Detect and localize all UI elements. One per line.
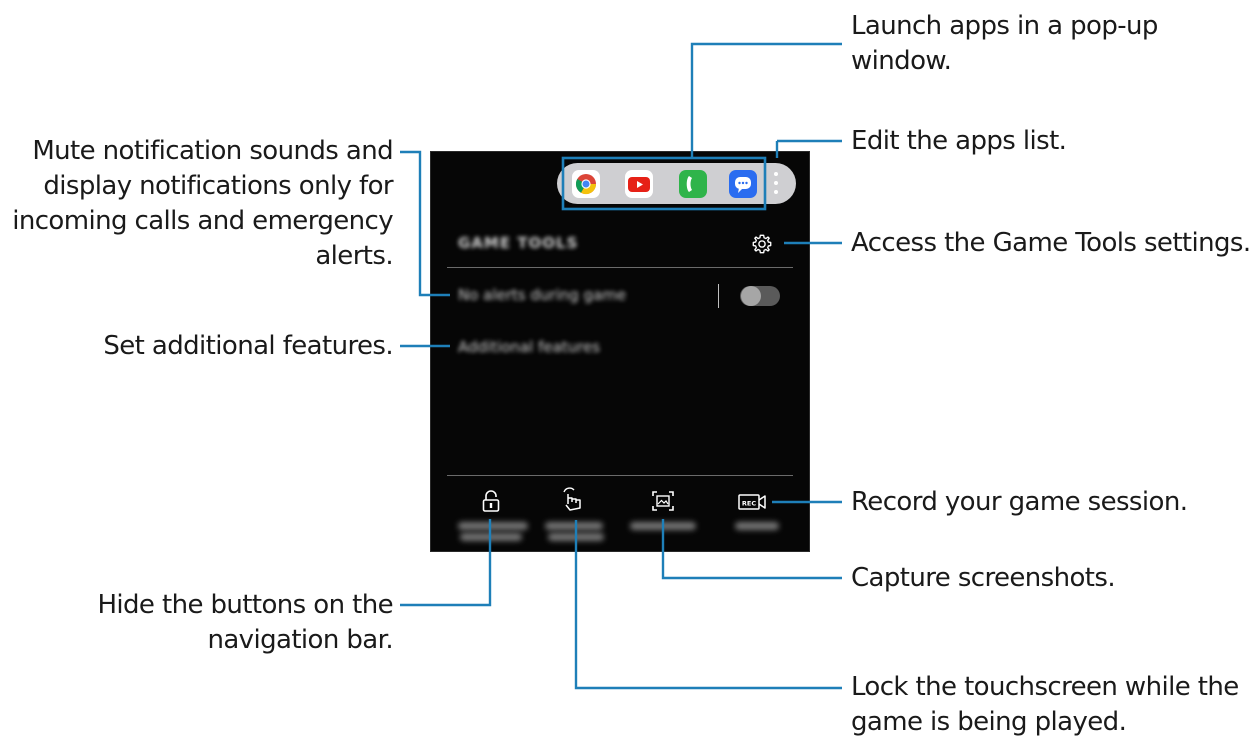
callout-lock-touch-line-2: game is being played. xyxy=(851,707,1127,737)
tool-label-record xyxy=(735,522,779,530)
callout-popup-apps: Launch apps in a pop-up window. xyxy=(851,9,1158,79)
additional-features-label[interactable]: Additional features xyxy=(458,338,600,356)
more-options-icon[interactable] xyxy=(770,172,782,196)
tool-label-touch-2 xyxy=(548,533,604,541)
callout-additional-line-1: Set additional features. xyxy=(103,331,393,361)
tool-label-screenshot xyxy=(630,522,696,530)
tool-label-touch xyxy=(545,522,603,530)
callout-edit-apps: Edit the apps list. xyxy=(851,124,1067,159)
tool-label-navigation xyxy=(458,522,528,530)
no-alerts-toggle-knob xyxy=(741,286,761,306)
callout-mute-line-1: Mute notification sounds and xyxy=(32,136,393,166)
callout-record: Record your game session. xyxy=(851,485,1188,520)
touch-lock-icon[interactable] xyxy=(560,486,588,514)
callout-settings-line-1: Access the Game Tools settings. xyxy=(851,228,1249,258)
callout-mute-line-2: display notifications only for xyxy=(43,171,393,201)
panel-divider-top xyxy=(447,267,793,268)
settings-gear-icon[interactable] xyxy=(751,233,773,255)
callout-hide-nav-line-2: navigation bar. xyxy=(207,625,393,655)
callout-record-line-1: Record your game session. xyxy=(851,487,1188,517)
leader-popup-apps xyxy=(690,42,842,158)
callout-edit-apps-line-1: Edit the apps list. xyxy=(851,126,1067,156)
callout-mute-line-3: incoming calls and emergency xyxy=(12,206,393,236)
callout-settings: Access the Game Tools settings. xyxy=(851,226,1249,261)
callout-lock-touch: Lock the touchscreen while the game is b… xyxy=(851,670,1239,740)
callout-screenshot: Capture screenshots. xyxy=(851,561,1116,596)
callout-popup-apps-line-2: window. xyxy=(851,46,952,76)
phone-icon[interactable] xyxy=(679,170,707,198)
callout-mute-line-4: alerts. xyxy=(315,241,393,271)
chrome-icon[interactable] xyxy=(572,170,600,198)
callout-hide-nav: Hide the buttons on the navigation bar. xyxy=(97,588,393,658)
callout-additional: Set additional features. xyxy=(103,329,393,364)
messages-icon[interactable] xyxy=(729,170,757,198)
callout-popup-apps-line-1: Launch apps in a pop-up xyxy=(851,11,1158,41)
callout-hide-nav-line-1: Hide the buttons on the xyxy=(97,590,393,620)
callout-mute: Mute notification sounds and display not… xyxy=(12,134,393,274)
navigation-lock-icon[interactable] xyxy=(480,488,502,514)
panel-divider-bottom xyxy=(447,475,793,476)
game-tools-diagram: GAME TOOLS No alerts during game Additio… xyxy=(0,0,1249,737)
youtube-icon[interactable] xyxy=(625,170,653,198)
svg-text:REC: REC xyxy=(742,500,756,508)
screenshot-icon[interactable] xyxy=(651,490,675,512)
tool-label-navigation-2 xyxy=(460,533,522,541)
toggle-separator xyxy=(718,284,719,308)
callout-screenshot-line-1: Capture screenshots. xyxy=(851,563,1116,593)
callout-lock-touch-line-1: Lock the touchscreen while the xyxy=(851,672,1239,702)
record-icon[interactable]: REC xyxy=(738,493,766,511)
game-tools-header: GAME TOOLS xyxy=(458,234,579,252)
no-alerts-label: No alerts during game xyxy=(458,286,627,304)
